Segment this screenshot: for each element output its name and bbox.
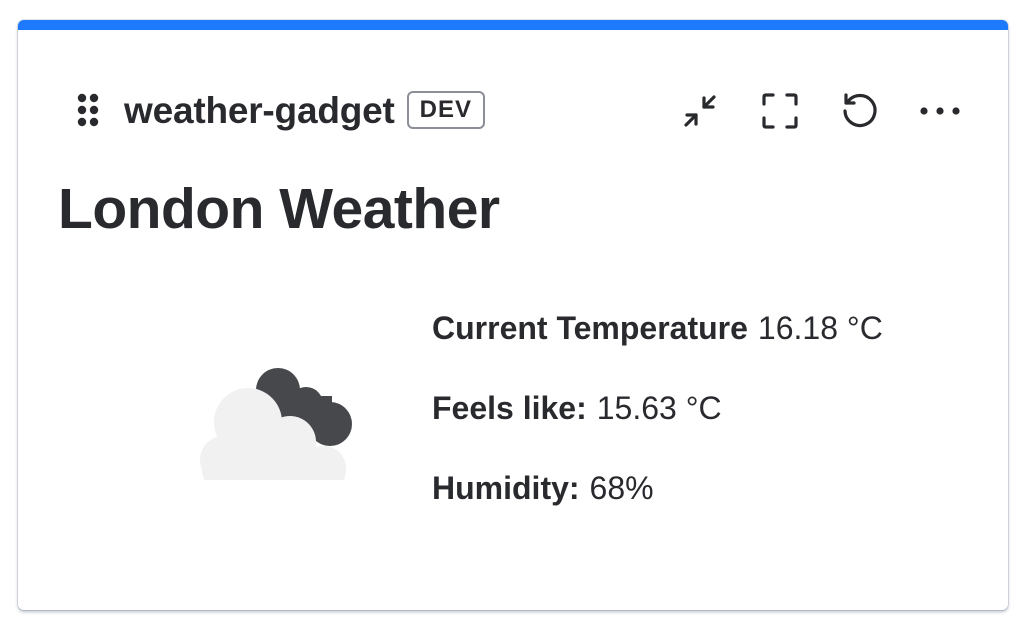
refresh-icon [843, 93, 877, 128]
weather-stats: Current Temperature 16.18 °C Feels like:… [432, 288, 883, 528]
stat-value: 15.63 °C [596, 389, 722, 426]
weather-title: London Weather [58, 177, 500, 241]
humidity-row: Humidity: 68% [432, 448, 883, 528]
dev-badge: DEV [406, 91, 485, 129]
stat-label: Feels like: [432, 389, 587, 426]
gadget-actions [677, 88, 963, 134]
stat-value: 68% [589, 469, 654, 506]
gadget-header: weather-gadget DEV [74, 86, 485, 134]
fullscreen-button[interactable] [757, 88, 803, 134]
cloud-icon [178, 350, 358, 492]
stat-label: Humidity: [432, 469, 580, 506]
weather-gadget-card: weather-gadget DEV London Weather Curren… [18, 20, 1008, 610]
refresh-button[interactable] [837, 88, 883, 134]
more-icon [920, 107, 960, 115]
stat-value: 16.18 °C [757, 309, 883, 346]
fullscreen-icon [762, 93, 798, 129]
feels-like-row: Feels like: 15.63 °C [432, 368, 883, 448]
stat-label: Current Temperature [432, 309, 748, 346]
minimize-button[interactable] [677, 88, 723, 134]
more-button[interactable] [917, 88, 963, 134]
gadget-title: weather-gadget [124, 89, 395, 131]
drag-handle-icon[interactable] [74, 90, 102, 130]
minimize-icon [684, 95, 716, 127]
current-temperature-row: Current Temperature 16.18 °C [432, 288, 883, 368]
